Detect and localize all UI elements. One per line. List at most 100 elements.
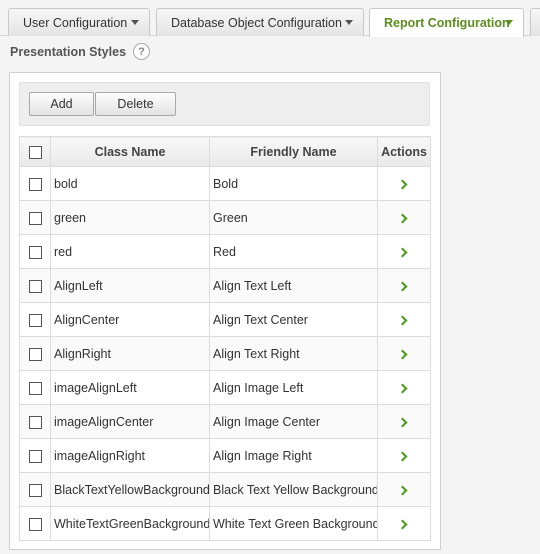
delete-button[interactable]: Delete	[95, 92, 176, 116]
class-name-cell: imageAlignRight	[50, 438, 210, 473]
chevron-right-icon[interactable]	[397, 213, 408, 223]
row-checkbox[interactable]	[28, 483, 42, 497]
actions-cell	[377, 302, 431, 337]
styles-table: Class Name Friendly Name Actions bold Bo…	[19, 136, 431, 541]
chevron-right-icon[interactable]	[397, 179, 408, 189]
table-row: red Red	[19, 234, 431, 269]
class-name-cell: green	[50, 200, 210, 235]
friendly-name-cell: Align Image Right	[209, 438, 378, 473]
row-checkbox-cell	[19, 234, 51, 269]
table-row: bold Bold	[19, 166, 431, 201]
tab-label: Report Configuration	[384, 16, 510, 30]
friendly-name-cell: Bold	[209, 166, 378, 201]
actions-cell	[377, 336, 431, 371]
tab-report-configuration[interactable]: Report Configuration	[369, 8, 524, 37]
actions-cell	[377, 200, 431, 235]
class-name-cell: AlignCenter	[50, 302, 210, 337]
class-name-cell: AlignLeft	[50, 268, 210, 303]
table-row: WhiteTextGreenBackground White Text Gree…	[19, 506, 431, 541]
chevron-right-icon[interactable]	[397, 281, 408, 291]
table-row: imageAlignCenter Align Image Center	[19, 404, 431, 439]
select-all-checkbox[interactable]	[28, 145, 42, 159]
friendly-name-cell: Align Text Right	[209, 336, 378, 371]
chevron-down-icon[interactable]	[131, 20, 139, 25]
column-header-friendly-name[interactable]: Friendly Name	[209, 136, 378, 167]
row-checkbox-cell	[19, 200, 51, 235]
select-all-cell	[19, 136, 51, 167]
tab-label: Database Object Configuration	[171, 15, 342, 30]
tab-database-object-configuration[interactable]: Database Object Configuration	[156, 8, 364, 36]
row-checkbox-cell	[19, 472, 51, 507]
chevron-right-icon[interactable]	[397, 247, 408, 257]
friendly-name-cell: White Text Green Background	[209, 506, 378, 541]
tab-user-configuration[interactable]: User Configuration	[8, 8, 150, 36]
chevron-down-icon[interactable]	[505, 20, 513, 25]
column-header-actions: Actions	[377, 136, 431, 167]
actions-cell	[377, 234, 431, 269]
friendly-name-cell: Align Text Left	[209, 268, 378, 303]
row-checkbox[interactable]	[28, 313, 42, 327]
table-row: imageAlignRight Align Image Right	[19, 438, 431, 473]
table-row: BlackTextYellowBackground Black Text Yel…	[19, 472, 431, 507]
row-checkbox-cell	[19, 506, 51, 541]
row-checkbox[interactable]	[28, 279, 42, 293]
class-name-cell: AlignRight	[50, 336, 210, 371]
actions-cell	[377, 268, 431, 303]
friendly-name-cell: Black Text Yellow Background	[209, 472, 378, 507]
row-checkbox[interactable]	[28, 177, 42, 191]
row-checkbox[interactable]	[28, 211, 42, 225]
row-checkbox-cell	[19, 438, 51, 473]
chevron-down-icon[interactable]	[345, 20, 353, 25]
row-checkbox[interactable]	[28, 347, 42, 361]
friendly-name-cell: Align Text Center	[209, 302, 378, 337]
help-icon[interactable]: ?	[133, 43, 150, 60]
chevron-right-icon[interactable]	[397, 451, 408, 461]
table-row: imageAlignLeft Align Image Left	[19, 370, 431, 405]
chevron-right-icon[interactable]	[397, 519, 408, 529]
row-checkbox[interactable]	[28, 415, 42, 429]
friendly-name-cell: Align Image Left	[209, 370, 378, 405]
add-button[interactable]: Add	[29, 92, 94, 116]
actions-cell	[377, 166, 431, 201]
row-checkbox-cell	[19, 302, 51, 337]
toolbar: Add Delete	[19, 82, 430, 126]
class-name-cell: imageAlignCenter	[50, 404, 210, 439]
chevron-right-icon[interactable]	[397, 315, 408, 325]
class-name-cell: imageAlignLeft	[50, 370, 210, 405]
table-row: AlignCenter Align Text Center	[19, 302, 431, 337]
chevron-right-icon[interactable]	[397, 383, 408, 393]
row-checkbox[interactable]	[28, 517, 42, 531]
actions-cell	[377, 370, 431, 405]
tab-bar: User Configuration Database Object Confi…	[0, 0, 540, 37]
tab-label: User Configuration	[23, 15, 128, 30]
class-name-cell: bold	[50, 166, 210, 201]
table-header-row: Class Name Friendly Name Actions	[19, 136, 431, 167]
actions-cell	[377, 438, 431, 473]
row-checkbox-cell	[19, 166, 51, 201]
actions-cell	[377, 472, 431, 507]
section-title: Presentation Styles	[10, 45, 127, 59]
table-row: AlignLeft Align Text Left	[19, 268, 431, 303]
row-checkbox-cell	[19, 370, 51, 405]
actions-cell	[377, 506, 431, 541]
friendly-name-cell: Align Image Center	[209, 404, 378, 439]
chevron-right-icon[interactable]	[397, 417, 408, 427]
row-checkbox[interactable]	[28, 449, 42, 463]
row-checkbox-cell	[19, 336, 51, 371]
chevron-right-icon[interactable]	[397, 349, 408, 359]
chevron-right-icon[interactable]	[397, 485, 408, 495]
presentation-styles-panel: Add Delete Class Name Friendly Name Acti…	[9, 72, 441, 550]
table-row: green Green	[19, 200, 431, 235]
actions-cell	[377, 404, 431, 439]
table-row: AlignRight Align Text Right	[19, 336, 431, 371]
column-header-class-name[interactable]: Class Name	[50, 136, 210, 167]
friendly-name-cell: Green	[209, 200, 378, 235]
friendly-name-cell: Red	[209, 234, 378, 269]
row-checkbox-cell	[19, 404, 51, 439]
row-checkbox[interactable]	[28, 245, 42, 259]
class-name-cell: BlackTextYellowBackground	[50, 472, 210, 507]
row-checkbox[interactable]	[28, 381, 42, 395]
row-checkbox-cell	[19, 268, 51, 303]
class-name-cell: red	[50, 234, 210, 269]
tab-overflow[interactable]	[530, 8, 540, 36]
